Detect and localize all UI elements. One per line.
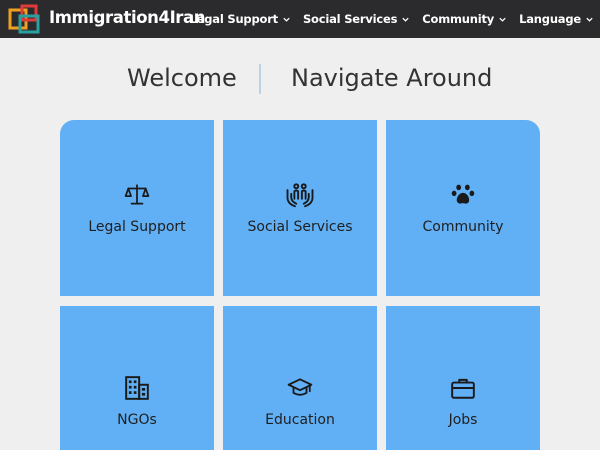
nav-item-social-services[interactable]: Social Services [303,12,410,26]
main-nav-menu: Legal Support Social Services Community … [178,0,595,38]
chevron-down-icon [586,17,593,22]
nav-item-label: Language [519,12,581,26]
nav-item-label: Community [422,12,495,26]
nav-item-label: Legal Support [189,12,279,26]
tile-education[interactable]: Education [223,306,377,450]
paw-icon [451,184,475,204]
welcome-title: Welcome [127,64,237,92]
tile-jobs[interactable]: Jobs [386,306,540,450]
scale-icon [124,184,150,205]
tile-label: Education [265,412,335,428]
logo-icon[interactable] [8,4,42,34]
briefcase-icon [451,378,475,399]
tile-legal-support[interactable]: Legal Support [60,120,214,296]
tile-label: Social Services [247,219,353,235]
top-navbar: Immigration4Iran Legal Support Social Se… [0,0,600,38]
page-heading: Welcome Navigate Around [0,62,600,98]
tile-community[interactable]: Community [386,120,540,296]
nav-item-community[interactable]: Community [422,12,507,26]
heading-divider [259,64,261,94]
nav-item-label: Social Services [302,12,398,26]
chevron-down-icon [283,17,290,22]
graduation-cap-icon [287,378,313,396]
tile-label: Legal Support [88,219,186,235]
nav-item-language[interactable]: Language [519,12,594,26]
tile-label: NGOs [117,412,157,428]
tile-ngos[interactable]: NGOs [60,306,214,450]
chevron-down-icon [402,17,409,22]
tile-social-services[interactable]: Social Services [223,120,377,296]
tile-label: Jobs [448,412,478,428]
chevron-down-icon [499,17,506,22]
building-icon [125,376,149,400]
nav-item-legal-support[interactable]: Legal Support [190,12,291,26]
navigate-title: Navigate Around [291,64,493,92]
tile-label: Community [422,219,504,235]
people-hands-icon [286,183,314,208]
